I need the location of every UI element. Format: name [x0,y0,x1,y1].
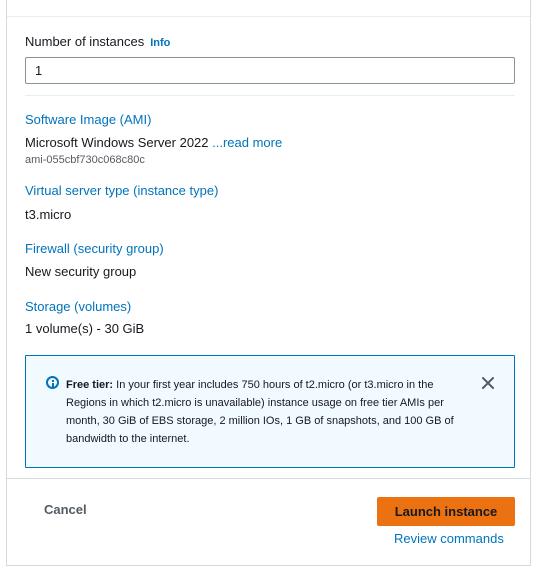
info-icon [46,376,59,389]
section-divider [25,95,515,96]
instances-field-label: Number of instances Info [25,34,170,49]
ami-link[interactable]: Software Image (AMI) [25,112,151,127]
top-divider [7,16,530,17]
instances-label: Number of instances [25,34,145,49]
free-tier-label: Free tier: [66,379,114,391]
free-tier-text: In your first year includes 750 hours of… [66,379,454,445]
ami-name: Microsoft Windows Server 2022 [25,135,213,150]
read-more-link[interactable]: ...read more [212,135,282,150]
info-link[interactable]: Info [150,37,170,49]
instance-type-link[interactable]: Virtual server type (instance type) [25,183,218,198]
ami-value: Microsoft Windows Server 2022 ...read mo… [25,135,282,150]
storage-value: 1 volume(s) - 30 GiB [25,321,145,336]
close-icon[interactable] [479,374,497,392]
footer-divider [7,478,530,479]
number-of-instances-input[interactable] [25,57,515,84]
launch-instance-button[interactable]: Launch instance [377,497,515,526]
free-tier-message: Free tier: In your first year includes 7… [66,376,456,448]
storage-link[interactable]: Storage (volumes) [25,299,131,314]
firewall-link[interactable]: Firewall (security group) [25,241,164,256]
instance-type-value: t3.micro [25,207,72,222]
summary-panel: Number of instances Info Software Image (… [6,0,531,566]
free-tier-alert: Free tier: In your first year includes 7… [25,355,515,468]
cancel-button[interactable]: Cancel [44,502,87,517]
ami-id: ami-055cbf730c068c80c [25,154,145,166]
review-commands-link[interactable]: Review commands [394,531,504,546]
firewall-value: New security group [25,264,137,279]
